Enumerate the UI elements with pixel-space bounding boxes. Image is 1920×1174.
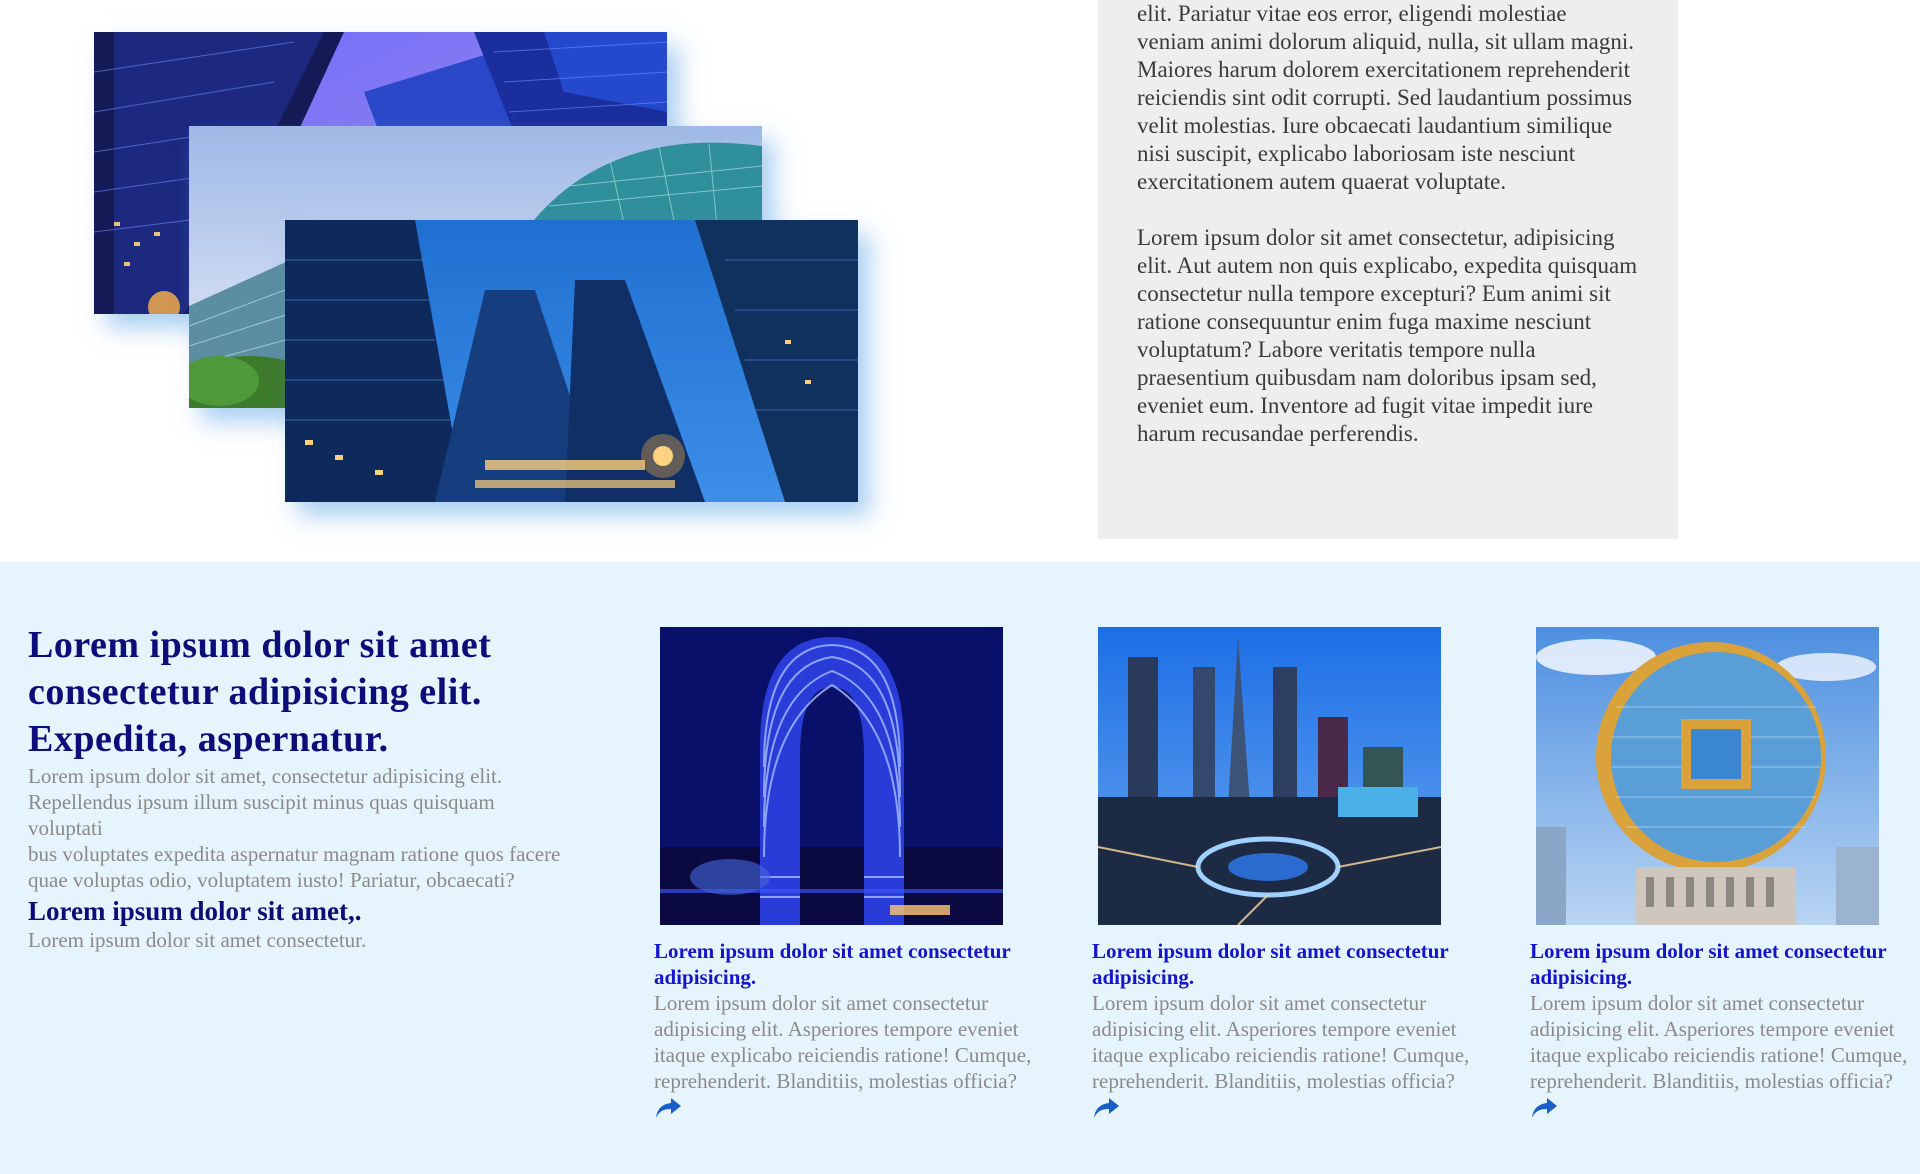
towers-at-dusk-image	[285, 220, 858, 502]
card-image[interactable]	[660, 627, 1003, 925]
city-skyline-image	[1098, 627, 1441, 925]
card-title[interactable]: Lorem ipsum dolor sit amet consectetur a…	[654, 938, 1054, 990]
card-title[interactable]: Lorem ipsum dolor sit amet consectetur a…	[1530, 938, 1920, 990]
card-title[interactable]: Lorem ipsum dolor sit amet consectetur a…	[1092, 938, 1492, 990]
article-paragraph: Lorem ipsum dolor sit amet consectetur, …	[1137, 225, 1638, 446]
share-icon[interactable]	[1530, 1096, 1558, 1120]
card-text: Lorem ipsum dolor sit amet consectetur a…	[1092, 991, 1470, 1093]
article-paragraph: Lorem ipsum dolor sit, amet consectetur …	[1137, 1, 1634, 194]
intro-subtext: Lorem ipsum dolor sit amet consectetur.	[28, 928, 367, 952]
card-image[interactable]	[1536, 627, 1879, 925]
share-icon[interactable]	[1092, 1096, 1120, 1120]
intro-heading: Lorem ipsum dolor sit amet consectetur a…	[28, 624, 492, 760]
feature-card: Lorem ipsum dolor sit amet consectetur a…	[1530, 627, 1920, 1120]
gallery-photo[interactable]	[285, 220, 858, 502]
intro-text-line: Lorem ipsum dolor sit amet, consectetur …	[28, 764, 503, 840]
top-section: Lorem ipsum dolor sit, amet consectetur …	[0, 0, 1920, 562]
article-panel: Lorem ipsum dolor sit, amet consectetur …	[1098, 0, 1678, 539]
photo-stack	[0, 0, 900, 540]
horseshoe-hotel-image	[660, 627, 1003, 925]
intro-block: Lorem ipsum dolor sit amet consectetur a…	[28, 622, 568, 953]
share-icon[interactable]	[654, 1096, 682, 1120]
intro-subheading: Lorem ipsum dolor sit amet,.	[28, 896, 362, 926]
card-image[interactable]	[1098, 627, 1441, 925]
feature-card: Lorem ipsum dolor sit amet consectetur a…	[1092, 627, 1492, 1120]
intro-text: Lorem ipsum dolor sit amet, consectetur …	[28, 763, 568, 893]
features-section: Lorem ipsum dolor sit amet consectetur a…	[0, 562, 1920, 1174]
intro-text-line: bus voluptates expedita aspernatur magna…	[28, 842, 561, 892]
feature-card: Lorem ipsum dolor sit amet consectetur a…	[654, 627, 1054, 1120]
card-text: Lorem ipsum dolor sit amet consectetur a…	[1530, 991, 1908, 1093]
coin-building-image	[1536, 627, 1879, 925]
card-text: Lorem ipsum dolor sit amet consectetur a…	[654, 991, 1032, 1093]
